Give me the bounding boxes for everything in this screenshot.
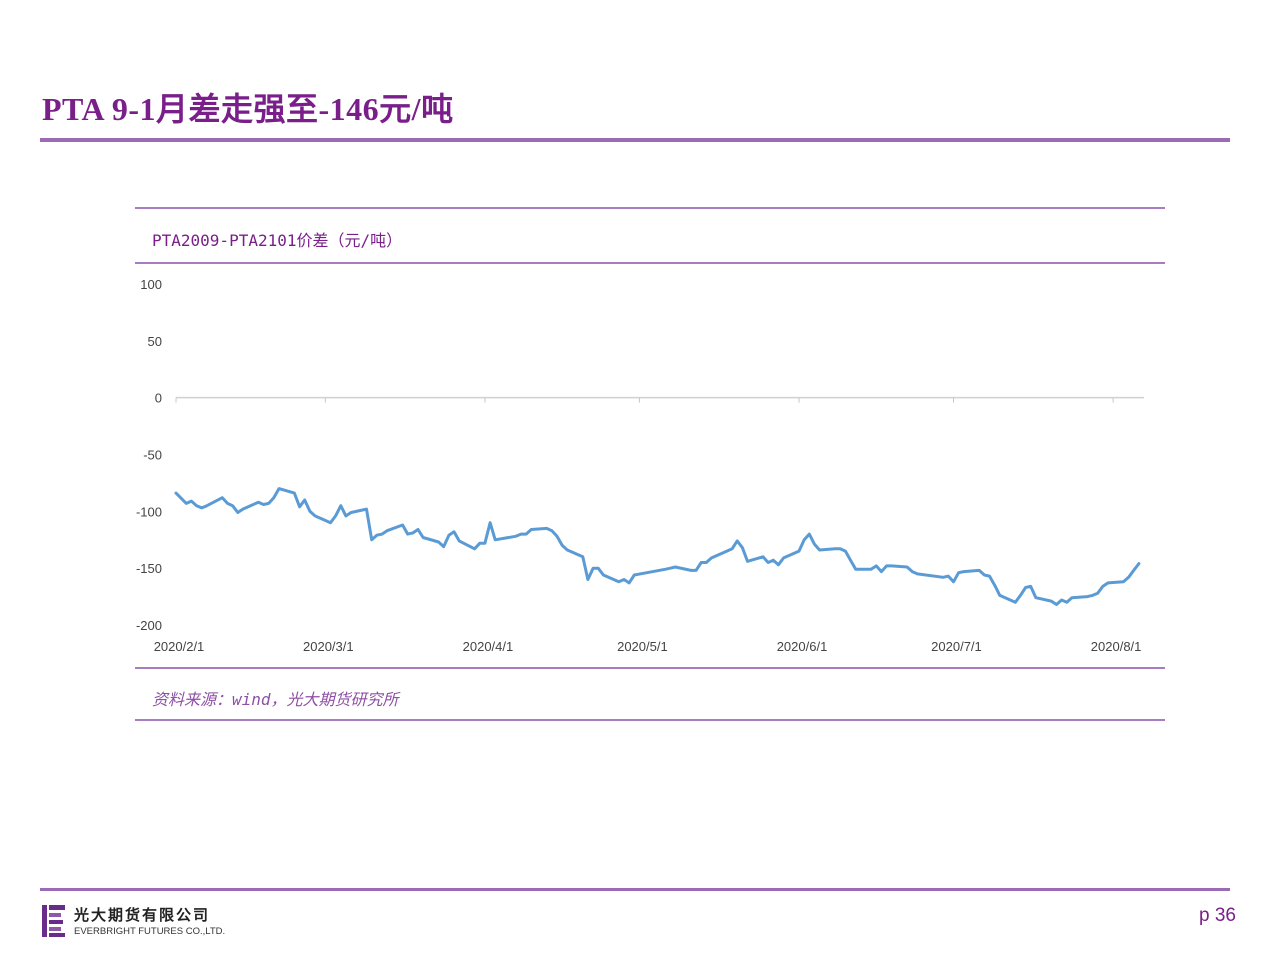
x-tick-label: 2020/7/1: [931, 639, 982, 654]
y-tick-label: -100: [136, 504, 162, 519]
source-note: 资料来源：wind，光大期货研究所: [152, 690, 399, 709]
company-name-cn: 光大期货有限公司: [74, 906, 211, 924]
x-tick-label: 2020/2/1: [154, 639, 205, 654]
page-title: PTA 9-1月差走强至-146元/吨: [42, 91, 454, 127]
x-tick-label: 2020/3/1: [303, 639, 354, 654]
y-tick-label: -150: [136, 561, 162, 576]
x-tick-label: 2020/8/1: [1091, 639, 1142, 654]
source-bottom-rule: [135, 719, 1165, 721]
y-tick-label: -50: [143, 448, 162, 463]
chart-top-rule: [135, 207, 1165, 209]
y-tick-label: 50: [148, 334, 162, 349]
y-tick-label: 100: [140, 277, 162, 292]
chart-caption: PTA2009-PTA2101价差（元/吨）: [152, 231, 403, 250]
x-tick-label: 2020/4/1: [463, 639, 514, 654]
series-line: [174, 487, 1141, 606]
everbright-logo-icon: [42, 905, 65, 937]
footer-divider: [40, 888, 1230, 891]
line-chart: 100 50 0 -50 -100 -150 -200 2020/2/1 2020/3/1 202…: [136, 277, 1144, 654]
company-name-en: EVERBRIGHT FUTURES CO.,LTD.: [74, 926, 226, 937]
x-tick-label: 2020/5/1: [617, 639, 668, 654]
chart-bottom-rule: [135, 667, 1165, 669]
page-number: p 36: [1199, 905, 1236, 926]
title-divider: [40, 138, 1230, 142]
x-tick-label: 2020/6/1: [777, 639, 828, 654]
chart-caption-rule: [135, 262, 1165, 264]
y-tick-label: 0: [155, 391, 162, 406]
y-tick-label: -200: [136, 618, 162, 633]
